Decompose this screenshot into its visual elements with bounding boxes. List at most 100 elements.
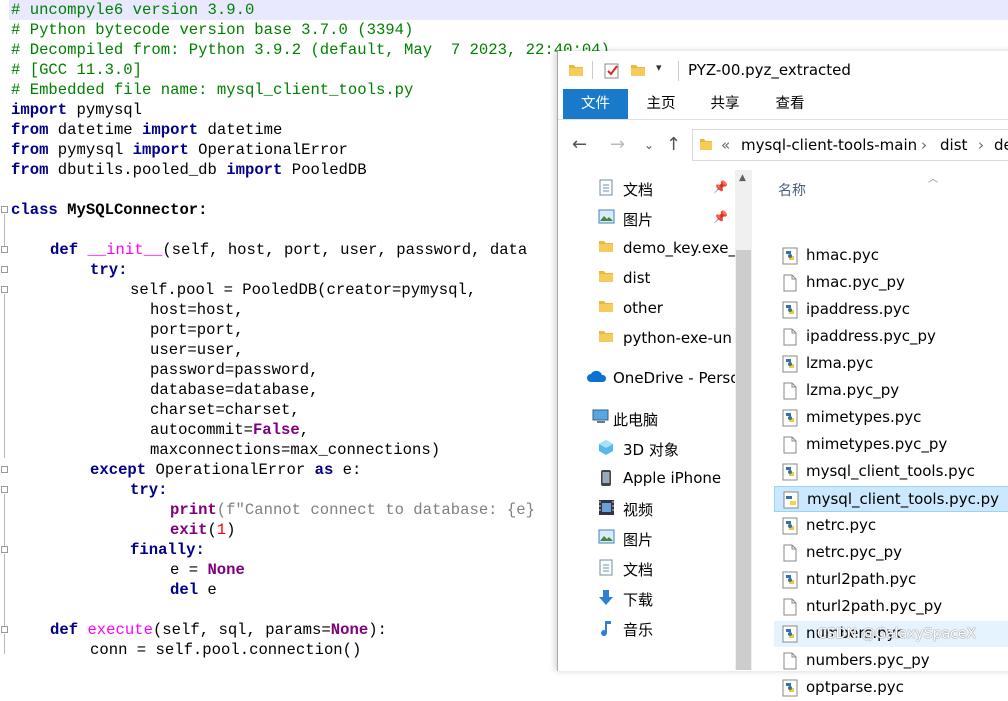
file-row[interactable]: nturl2path.pyc: [774, 567, 1008, 593]
window-title: PYZ-00.pyz_extracted: [688, 61, 851, 79]
code-kwarg-line: host=host,: [150, 301, 244, 319]
title-bar[interactable]: ▾ PYZ-00.pyz_extracted: [558, 51, 1008, 89]
fold-marker-finally[interactable]: [1, 546, 8, 553]
file-row[interactable]: lzma.pyc: [774, 351, 1008, 377]
breadcrumb-overflow[interactable]: «: [721, 136, 730, 154]
code-maxconn-line: maxconnections=max_connections): [150, 441, 441, 459]
file-row[interactable]: mimetypes.pyc: [774, 405, 1008, 431]
fold-marker-class[interactable]: [1, 206, 8, 213]
python-file-icon: [782, 679, 798, 701]
folder-icon: [599, 331, 613, 342]
pin-icon: 📌: [713, 180, 728, 194]
breadcrumb-separator[interactable]: ›: [921, 136, 927, 154]
folder-icon: [599, 241, 613, 252]
python-file-icon: [782, 679, 798, 697]
python-file-icon: [782, 625, 798, 643]
download-arrow-icon: [599, 590, 613, 605]
file-row[interactable]: optparse.pyc: [774, 675, 1008, 701]
address-bar[interactable]: « mysql-client-tools-main › dist › de: [692, 129, 1008, 161]
file-name: lzma.pyc: [806, 354, 874, 372]
python-file-icon: [782, 571, 798, 593]
python-file-icon: [782, 247, 798, 265]
file-row[interactable]: ipaddress.pyc_py: [774, 324, 1008, 350]
breadcrumb-separator[interactable]: ›: [978, 136, 984, 154]
up-arrow-icon[interactable]: ↑: [666, 134, 681, 155]
scroll-up-icon[interactable]: ▲: [739, 173, 746, 183]
watermark: CSDN @GalaxySpaceX: [817, 626, 977, 642]
python-file-icon: [782, 517, 798, 535]
tab-home[interactable]: 主页: [636, 89, 686, 119]
breadcrumb-item[interactable]: dist: [940, 136, 967, 154]
code-exit-line: exit(1): [170, 521, 236, 539]
blank-file-icon: [783, 652, 797, 670]
quick-access-dropdown-icon[interactable]: ▾: [656, 61, 662, 74]
code-def-init-line: def __init__(self, host, port, user, pas…: [50, 241, 528, 259]
column-header-name[interactable]: 名称: [778, 180, 806, 200]
file-row[interactable]: ipaddress.pyc: [774, 297, 1008, 323]
tab-share[interactable]: 共享: [700, 89, 750, 119]
file-list: ︿ 名称 hmac.pyc hmac.pyc_py ipaddress.pyc ipa…: [774, 170, 1008, 697]
breadcrumb-item[interactable]: de: [994, 136, 1008, 154]
file-row[interactable]: mysql_client_tools.pyc.py: [774, 486, 1008, 512]
back-arrow-icon[interactable]: ←: [572, 134, 587, 155]
file-row[interactable]: lzma.pyc_py: [774, 378, 1008, 404]
forward-arrow-icon[interactable]: →: [610, 134, 625, 155]
navigation-scrollbar[interactable]: ▲: [735, 170, 752, 670]
blank-file-icon: [783, 436, 797, 454]
scrollbar-thumb[interactable]: [736, 250, 751, 670]
blank-file-icon: [782, 382, 798, 404]
music-note-icon: [601, 621, 611, 637]
tab-file[interactable]: 文件: [563, 89, 628, 119]
fold-marker-execute[interactable]: [1, 626, 8, 633]
file-row[interactable]: netrc.pyc_py: [774, 540, 1008, 566]
file-name: mimetypes.pyc: [806, 408, 922, 426]
file-row[interactable]: hmac.pyc_py: [774, 270, 1008, 296]
folder-icon: [569, 65, 583, 76]
fold-marker-try[interactable]: [1, 266, 8, 273]
file-row[interactable]: mysql_client_tools.pyc: [774, 459, 1008, 485]
code-print-line: print(f"Cannot connect to database: {e}: [170, 501, 535, 519]
file-row[interactable]: numbers.pyc_py: [774, 648, 1008, 674]
file-explorer-window[interactable]: ▾ PYZ-00.pyz_extracted 文件 主页 共享 查看 ← → ⌄…: [557, 51, 1008, 697]
python-file-icon: [782, 355, 798, 377]
document-icon: [599, 559, 613, 576]
fold-marker-except[interactable]: [1, 466, 8, 473]
python-file-icon: [782, 301, 798, 323]
code-kwarg-line: database=database,: [150, 381, 319, 399]
code-comment-line: # Decompiled from: Python 3.9.2 (default…: [11, 41, 610, 59]
python-file-icon: [782, 409, 798, 431]
file-name: lzma.pyc_py: [806, 381, 900, 399]
file-row[interactable]: mimetypes.pyc_py: [774, 432, 1008, 458]
fold-marker-try2[interactable]: [1, 486, 8, 493]
file-row[interactable]: netrc.pyc: [774, 513, 1008, 539]
fold-gutter: [0, 0, 9, 654]
code-except-line: except OperationalError as e:: [90, 461, 362, 479]
file-row[interactable]: hmac.pyc: [774, 243, 1008, 269]
code-def-execute-line: def execute(self, sql, params=None):: [50, 621, 387, 639]
code-finally-line: finally:: [130, 541, 205, 559]
properties-icon[interactable]: [604, 63, 620, 79]
code-conn-line: conn = self.pool.connection(): [90, 641, 362, 659]
pin-icon: 📌: [713, 210, 728, 224]
python-source-icon: [783, 491, 799, 509]
blank-file-icon: [783, 328, 797, 346]
file-name: nturl2path.pyc_py: [806, 597, 943, 615]
code-comment-line: # Python bytecode version base 3.7.0 (33…: [11, 21, 414, 39]
folder-icon: [599, 271, 613, 282]
fold-marker-init[interactable]: [1, 246, 8, 253]
fold-marker-pool[interactable]: [1, 286, 8, 293]
file-name: mysql_client_tools.pyc: [806, 462, 975, 480]
code-comment-line: # Embedded file name: mysql_client_tools…: [11, 81, 414, 99]
new-folder-icon[interactable]: [630, 63, 646, 77]
python-file-icon: [782, 463, 798, 485]
tab-view[interactable]: 查看: [765, 89, 815, 119]
cube-icon: [599, 440, 613, 455]
file-row[interactable]: nturl2path.pyc_py: [774, 594, 1008, 620]
code-class-line: class MySQLConnector:: [11, 201, 208, 219]
file-name: ipaddress.pyc: [806, 300, 911, 318]
blank-file-icon: [782, 436, 798, 458]
recent-locations-chevron-icon[interactable]: ⌄: [644, 138, 654, 152]
code-kwarg-line: port=port,: [150, 321, 244, 339]
breadcrumb-item[interactable]: mysql-client-tools-main: [741, 136, 917, 154]
navigation-bar: ← → ⌄ ↑ « mysql-client-tools-main › dist…: [558, 120, 1008, 170]
